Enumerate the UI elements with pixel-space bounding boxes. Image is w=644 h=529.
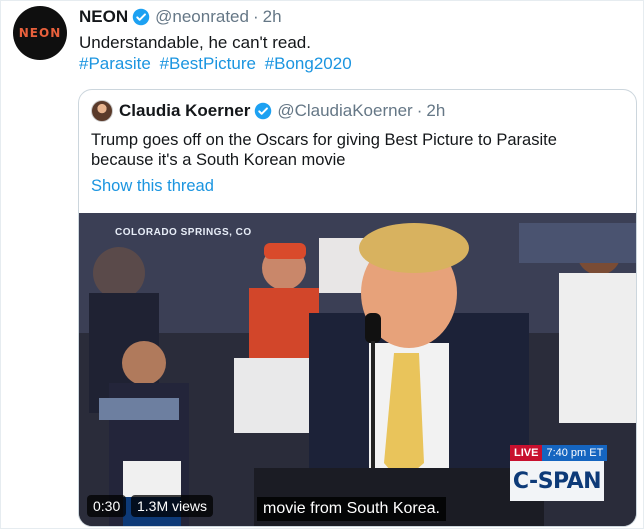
network-logo: C-SPAN (510, 461, 604, 501)
quoted-tweet-text: Trump goes off on the Oscars for giving … (91, 130, 621, 170)
separator-dot: · (252, 7, 259, 26)
quoted-text-line: because it's a South Korean movie (91, 151, 346, 169)
video-duration: 0:30 (87, 495, 127, 517)
hashtag-link-bong2020[interactable]: #Bong2020 (265, 54, 352, 73)
quoted-author-handle[interactable]: @ClaudiaKoerner (277, 100, 412, 122)
tweet-card: NEON NEON @neonrated · 2h Understandable… (0, 0, 644, 529)
quoted-tweet-header: Claudia Koerner @ClaudiaKoerner · 2h (91, 100, 445, 122)
author-name[interactable]: NEON (79, 7, 128, 27)
location-caption: COLORADO SPRINGS, CO (115, 227, 252, 238)
quoted-author-avatar[interactable] (91, 100, 113, 122)
quoted-text-line: Trump goes off on the Oscars for giving … (91, 131, 557, 149)
tweet-timestamp[interactable]: 2h (263, 7, 282, 27)
separator-dot: · (416, 101, 423, 120)
live-indicator: LIVE 7:40 pm ET (510, 445, 608, 461)
show-thread-link[interactable]: Show this thread (91, 177, 214, 196)
hashtag-list: #Parasite #BestPicture #Bong2020 (79, 53, 356, 74)
video-view-count: 1.3M views (131, 495, 214, 517)
author-handle[interactable]: @neonrated (155, 7, 249, 27)
hashtag-link-bestpicture[interactable]: #BestPicture (160, 54, 256, 73)
verified-badge-icon (255, 102, 272, 120)
neon-avatar[interactable]: NEON (13, 6, 67, 60)
live-time: 7:40 pm ET (542, 445, 608, 461)
tweet-text: Understandable, he can't read. (79, 33, 311, 52)
video-subtitle: movie from South Korea. (257, 497, 446, 521)
video-player[interactable]: COLORADO SPRINGS, CO LIVE 7:40 pm ET C-S… (79, 213, 636, 526)
quoted-tweet[interactable]: Claudia Koerner @ClaudiaKoerner · 2h Tru… (78, 89, 637, 527)
tweet-header: NEON @neonrated · 2h (79, 7, 282, 27)
verified-badge-icon (132, 8, 150, 26)
quoted-author-name[interactable]: Claudia Koerner (119, 100, 250, 122)
neon-logo-text: NEON (18, 26, 62, 40)
live-label: LIVE (510, 445, 543, 461)
hashtag-link-parasite[interactable]: #Parasite (79, 54, 151, 73)
quoted-timestamp[interactable]: 2h (426, 100, 445, 122)
